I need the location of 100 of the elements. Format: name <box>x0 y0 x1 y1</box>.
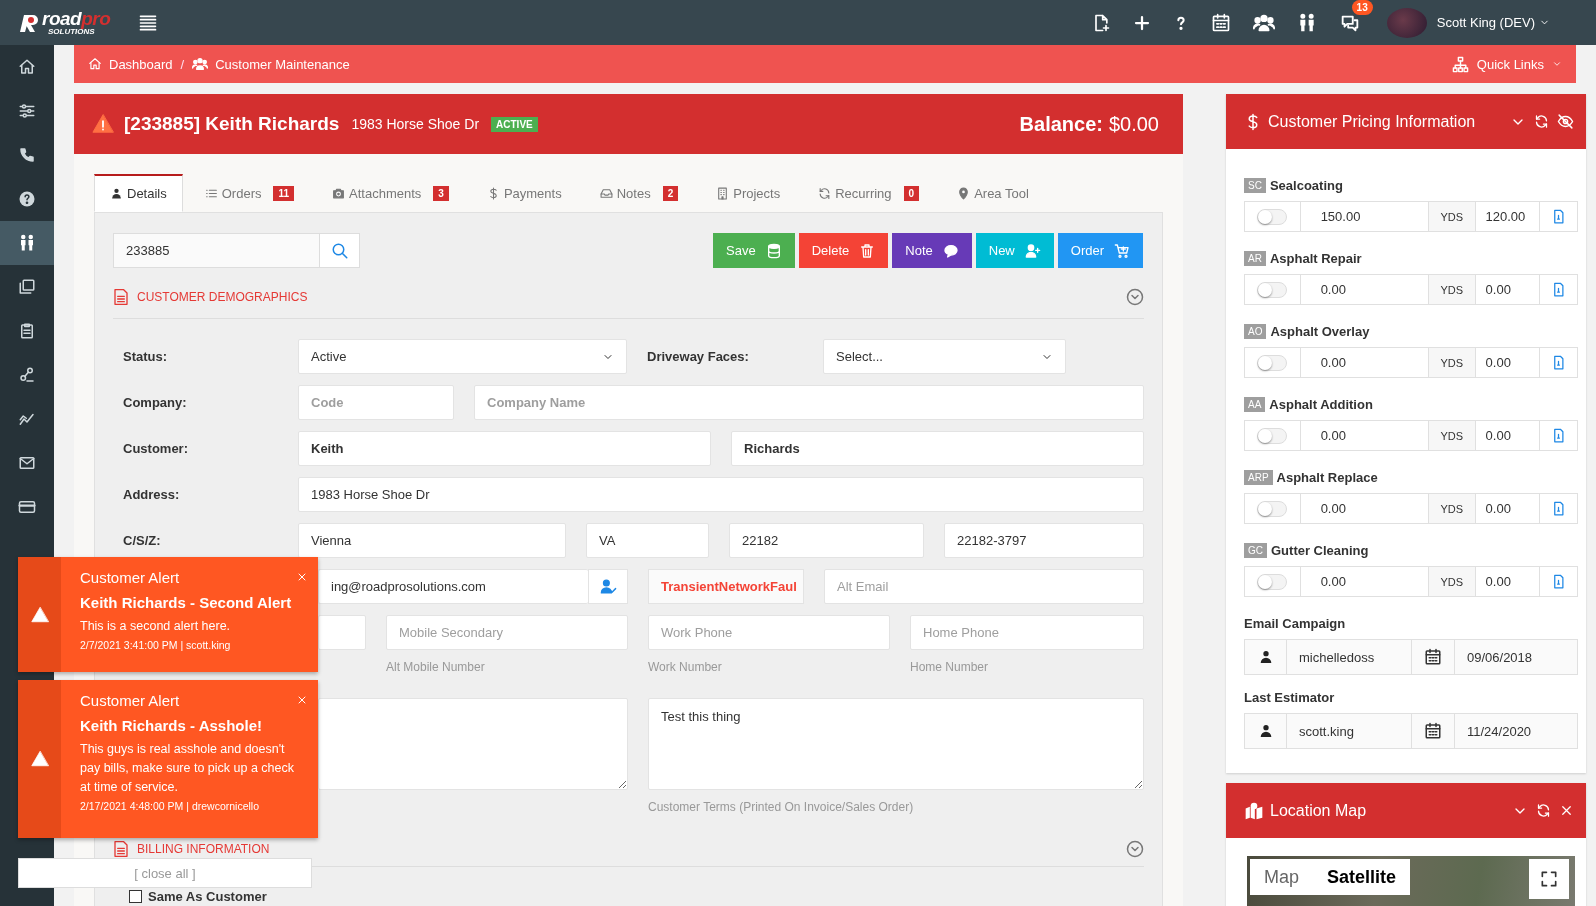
tab[interactable]: Projects <box>700 174 797 212</box>
file-icon <box>1551 428 1567 443</box>
date-field[interactable]: 11/24/2020 <box>1455 714 1577 748</box>
toggle-switch[interactable] <box>1257 500 1288 517</box>
section-title: CUSTOMER DEMOGRAPHICS <box>137 290 308 304</box>
status-dropdown[interactable]: Active <box>298 339 627 374</box>
notes-field[interactable] <box>318 698 628 790</box>
price-field[interactable]: 0.00 <box>1300 567 1429 596</box>
email-status-field: TransientNetworkFaul <box>648 569 804 604</box>
tab[interactable]: Details <box>94 174 183 212</box>
balance-label: Balance: <box>1019 112 1103 136</box>
delete-button[interactable]: Delete <box>798 233 889 268</box>
sync-icon <box>818 187 832 200</box>
verify-email-button[interactable] <box>588 569 628 604</box>
zip-plus-four-field[interactable]: 22182-3797 <box>944 523 1144 558</box>
status-badge: ACTIVE <box>491 116 538 132</box>
toggle-switch[interactable] <box>1257 208 1288 225</box>
mobile-secondary-field[interactable]: Mobile Secondary <box>386 615 628 650</box>
price-field[interactable]: 0.00 <box>1300 348 1429 377</box>
field-label: Address: <box>122 487 181 502</box>
note-button[interactable]: Note <box>892 233 972 268</box>
calendar-icon <box>1424 648 1442 666</box>
zip-field[interactable]: 22182 <box>729 523 924 558</box>
comment-icon <box>942 242 959 259</box>
price-field[interactable]: 0.00 <box>1300 494 1429 523</box>
refresh-icon[interactable] <box>1534 114 1549 129</box>
map-type-tab[interactable]: Satellite <box>1313 859 1411 895</box>
plus-icon[interactable] <box>1132 13 1151 32</box>
field-label: Email Campaign <box>1244 615 1346 631</box>
city-field[interactable]: Vienna <box>298 523 566 558</box>
logo-wordmark: roadpro <box>42 9 111 28</box>
tab[interactable]: Payments <box>470 174 578 212</box>
state-field[interactable]: VA <box>586 523 709 558</box>
users-icon <box>192 56 209 72</box>
service-name: Sealcoating <box>1269 177 1343 193</box>
date-field[interactable]: 09/06/2018 <box>1455 640 1577 674</box>
service-code-badge: SC <box>1244 177 1266 193</box>
toggle-switch[interactable] <box>1257 354 1288 371</box>
company-code-field[interactable]: Code <box>298 385 454 420</box>
close-button[interactable] <box>296 694 308 706</box>
collapse-icon[interactable] <box>1126 840 1144 858</box>
hide-icon[interactable] <box>1557 113 1574 130</box>
user-icon <box>110 187 123 200</box>
first-name-field[interactable]: Keith <box>298 431 711 466</box>
close-icon[interactable] <box>1559 803 1574 818</box>
toggle-switch[interactable] <box>1257 427 1288 444</box>
database-icon <box>765 242 782 259</box>
breadcrumb-separator: / <box>180 56 185 72</box>
address-field[interactable]: 1983 Horse Shoe Dr <box>298 477 1144 512</box>
mail-icon <box>18 454 36 472</box>
work-phone-field[interactable]: Work Phone <box>648 615 890 650</box>
field-label: Customer: <box>122 441 189 456</box>
mobile-field[interactable] <box>318 615 366 650</box>
user-field[interactable]: scott.king <box>1287 714 1412 748</box>
close-button[interactable] <box>296 571 308 583</box>
search-field[interactable]: 233885 <box>113 233 360 268</box>
caret-icon <box>1552 59 1562 69</box>
driveway-faces-dropdown[interactable]: Select... <box>823 339 1066 374</box>
customer-address: 1983 Horse Shoe Dr <box>351 116 480 132</box>
fullscreen-button[interactable] <box>1529 859 1569 899</box>
user-field[interactable]: michelledoss <box>1287 640 1412 674</box>
customer-title: [233885] Keith Richards <box>124 113 340 135</box>
sidebar-item[interactable] <box>0 221 54 265</box>
field-hint: Customer Terms (Printed On Invoice/Sales Order) <box>648 800 915 814</box>
toggle-switch[interactable] <box>1257 281 1288 298</box>
tab[interactable]: Attachments 3 <box>316 174 465 212</box>
file-icon <box>1551 574 1567 589</box>
tab[interactable]: Notes 2 <box>583 174 695 212</box>
last-name-field[interactable]: Richards <box>731 431 1144 466</box>
notification-badge: 13 <box>1351 0 1373 15</box>
section-title: BILLING INFORMATION <box>137 842 270 856</box>
tab[interactable]: Recurring 0 <box>802 174 936 212</box>
email-field[interactable]: ing@roadprosolutions.com <box>318 569 588 604</box>
service-code-badge: ARP <box>1244 469 1273 485</box>
customer-terms-field[interactable]: Test this thing <box>648 698 1144 790</box>
company-name-field[interactable]: Company Name <box>474 385 1144 420</box>
price-field[interactable]: 0.00 <box>1300 421 1429 450</box>
unit-label: YDS <box>1428 275 1476 304</box>
calendar-icon[interactable] <box>1210 12 1231 33</box>
alt-email-field[interactable]: Alt Email <box>824 569 1144 604</box>
field-hint: Home Number <box>910 660 989 674</box>
people-icon <box>18 234 36 252</box>
collapse-icon[interactable] <box>1126 288 1144 306</box>
toggle-switch[interactable] <box>1257 573 1288 590</box>
tab[interactable]: Area Tool <box>941 174 1045 212</box>
checkbox[interactable] <box>129 890 142 903</box>
close-icon <box>296 571 308 583</box>
home-phone-field[interactable]: Home Phone <box>910 615 1144 650</box>
tab[interactable]: Orders 11 <box>188 174 311 212</box>
refresh-icon[interactable] <box>1536 803 1551 818</box>
service-name: Gutter Cleaning <box>1271 542 1369 558</box>
close-icon <box>296 694 308 706</box>
user-menu[interactable]: Scott King (DEV) <box>1436 15 1550 30</box>
map-type-tab[interactable]: Map <box>1250 859 1313 895</box>
service-name: Asphalt Addition <box>1269 396 1373 412</box>
price-field[interactable]: 0.00 <box>1300 275 1429 304</box>
alert-timestamp: 2/7/2021 3:41:00 PM | scott.king <box>80 639 232 651</box>
list-icon <box>204 187 218 200</box>
price-field[interactable]: 150.00 <box>1300 202 1429 231</box>
field-label: Company: <box>122 395 188 410</box>
